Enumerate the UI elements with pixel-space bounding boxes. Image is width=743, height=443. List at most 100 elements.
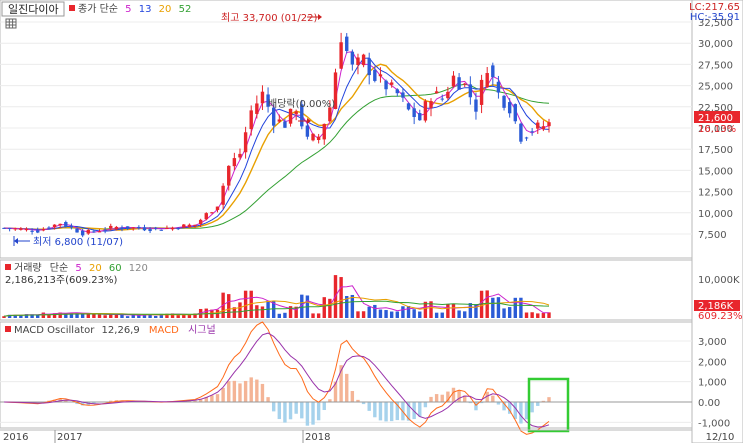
macd-osc-bar — [418, 402, 422, 417]
macd-y-tick: 0.00 — [698, 398, 720, 409]
volume-bar — [491, 297, 495, 318]
volume-bar — [322, 297, 326, 318]
candle-body — [373, 69, 377, 81]
macd-osc-bar — [266, 397, 270, 402]
settings-icon[interactable] — [5, 18, 17, 29]
candle-body — [58, 223, 62, 226]
volume-bar — [97, 314, 102, 318]
candle-body — [541, 126, 546, 130]
candle-body — [148, 229, 152, 232]
volume-bar — [468, 303, 473, 318]
volume-label: 거래량 — [14, 262, 42, 274]
candle-body — [316, 136, 321, 141]
candle-body — [7, 228, 12, 230]
candle-body — [114, 226, 119, 230]
macd-osc-bar — [519, 402, 523, 424]
candle-body — [389, 82, 394, 85]
candle-body — [210, 212, 214, 214]
candle-body — [227, 165, 231, 186]
macd-legend-swatch — [5, 326, 11, 332]
candle-body — [137, 226, 141, 229]
svg-text:종가 단순 5 13 20: 종가 단순 5 13 20 52 — [78, 3, 191, 15]
macd-osc-bar — [260, 383, 265, 402]
vol-ma-20-label: 20 — [89, 263, 102, 274]
candle-body — [154, 227, 158, 229]
macd-osc-bar — [530, 402, 534, 413]
price-y-tick: 25,000 — [698, 82, 733, 93]
volume-bar — [176, 315, 180, 318]
candle-body — [41, 229, 46, 231]
candle-body — [547, 122, 551, 127]
volume-bar — [103, 315, 107, 318]
candle-body — [507, 102, 512, 114]
candle-body — [434, 91, 439, 94]
candle-body — [378, 74, 383, 77]
x-label-2016: 2016 — [3, 432, 28, 443]
volume-bar — [367, 306, 371, 318]
ratio-annotation: 배당락(0.00%) — [268, 98, 335, 110]
macd-osc-bar — [434, 394, 439, 402]
macd-osc-bar — [384, 402, 388, 422]
macd-osc-bar — [232, 380, 237, 402]
candle-body — [92, 231, 96, 233]
volume-bar — [451, 303, 456, 318]
volume-bar — [361, 311, 366, 318]
volume-bar — [507, 307, 512, 318]
macd-osc-label: MACD Oscillator — [14, 325, 95, 336]
candle-body — [468, 84, 473, 98]
macd-osc-bar — [440, 394, 444, 402]
volume-bar — [316, 313, 321, 318]
volume-bar — [513, 297, 517, 318]
candle-body — [339, 42, 343, 69]
low-annotation: 최저 6,800 (11/07) — [33, 236, 123, 248]
price-y-tick: 17,500 — [698, 145, 733, 156]
macd-y-tick: 2,000 — [698, 357, 727, 368]
macd-osc-bar — [513, 402, 517, 419]
candle-body — [519, 123, 523, 142]
candle-body — [485, 73, 489, 88]
current-volume-pct: 609.23% — [698, 311, 743, 322]
volume-bar — [496, 297, 501, 318]
candle-body — [350, 51, 355, 65]
candle-body — [86, 229, 90, 234]
candle-body — [221, 185, 225, 205]
high-annotation: 최고 33,700 (01/22) — [221, 12, 317, 24]
macd-osc-bar — [378, 402, 383, 421]
volume-bar — [406, 306, 411, 318]
macd-osc-bar — [491, 395, 495, 402]
candle-body — [19, 228, 23, 230]
macd-y-tick: 1,000 — [698, 378, 727, 389]
macd-osc-bar — [255, 379, 259, 402]
candle-body — [288, 108, 293, 124]
candle-body — [80, 230, 85, 236]
macd-osc-bar — [322, 402, 326, 411]
candle-body — [271, 107, 276, 126]
volume-bar — [120, 314, 124, 318]
candle-body — [479, 79, 484, 105]
current-change: 16.13% — [698, 124, 736, 135]
volume-bar — [412, 309, 416, 318]
candle-body — [283, 121, 287, 128]
vol-ma-120-label: 120 — [129, 263, 148, 274]
macd-osc-bar — [345, 373, 349, 402]
candle-body — [24, 228, 29, 231]
candle-body — [440, 98, 444, 100]
volume-bar — [384, 310, 388, 318]
volume-bar — [154, 316, 158, 318]
macd-osc-bar — [210, 395, 214, 402]
candle-body — [204, 213, 208, 220]
candle-body — [176, 227, 180, 230]
macd-osc-bar — [423, 402, 428, 408]
signal-line-label: 시그널 — [188, 324, 216, 336]
vol-ma-5-label: 5 — [75, 263, 81, 274]
candle-body — [13, 228, 17, 230]
candle-body — [170, 227, 175, 230]
current-price: 21,600 — [698, 113, 733, 124]
candle-body — [277, 119, 282, 122]
candle-body — [193, 224, 197, 226]
candle-body — [367, 58, 371, 76]
candle-body — [474, 99, 478, 112]
candle-body — [2, 227, 6, 229]
volume-bar — [446, 303, 450, 318]
price-y-tick: 7,500 — [698, 230, 727, 241]
